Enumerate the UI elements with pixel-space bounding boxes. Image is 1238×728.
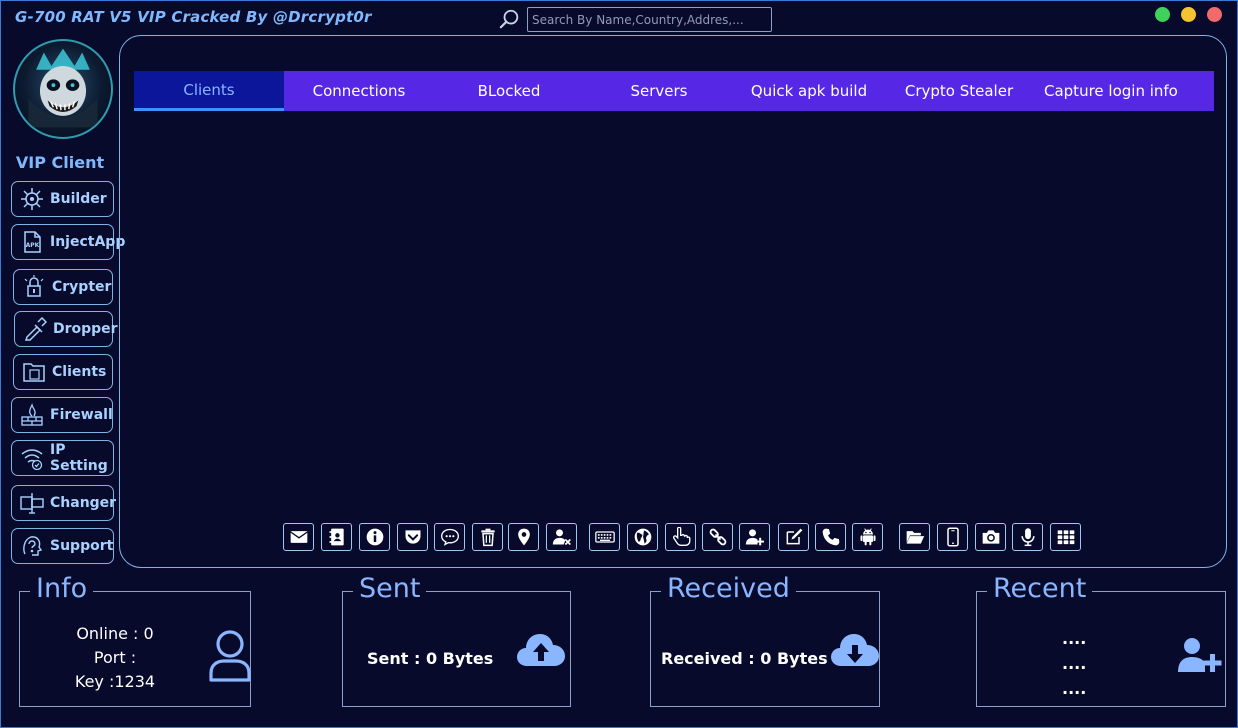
sidebar-item-builder[interactable]: Builder [11,181,114,217]
recent-item: .... [1062,679,1087,698]
info-icon[interactable] [359,523,390,551]
sidebar-item-crypter[interactable]: Crypter [13,269,113,305]
received-panel: Received Received : 0 Bytes [650,574,880,707]
sidebar-item-label: IP Setting [50,442,108,474]
sidebar-item-firewall[interactable]: Firewall [11,397,113,433]
firewall-icon [20,403,44,427]
user-icon [208,628,252,686]
received-bytes: Received : 0 Bytes [661,649,828,668]
sidebar-item-label: Crypter [52,279,112,295]
user-remove-icon[interactable] [546,523,577,551]
avatar [13,39,113,139]
mobile-icon[interactable] [937,523,968,551]
edit-icon[interactable] [778,523,809,551]
dropper-icon [23,316,48,341]
vip-client-label: VIP Client [15,153,105,172]
recent-item: .... [1062,629,1087,648]
sidebar-item-ip-setting[interactable]: IP Setting [11,440,114,476]
info-title: Info [30,574,94,604]
sidebar-item-label: Changer [50,495,117,511]
changer-icon [20,491,44,515]
port-value: Port : [93,648,137,667]
sidebar-item-label: Firewall [50,407,113,423]
lock-icon [22,275,46,299]
search-icon[interactable] [499,8,521,30]
cloud-upload-icon [517,632,565,672]
tab-connections[interactable]: Connections [284,71,434,111]
app-title: G-700 RAT V5 VIP Cracked By @Drcrypt0r [15,8,372,26]
main-panel [119,35,1227,568]
minimize-button[interactable] [1181,7,1196,22]
sidebar-item-label: Support [50,538,114,554]
globe-icon[interactable] [627,523,658,551]
trash-icon[interactable] [472,523,503,551]
sent-panel: Sent Sent : 0 Bytes [342,574,571,707]
tab-blocked[interactable]: BLocked [434,71,584,111]
received-title: Received [661,574,796,604]
sidebar-item-label: Dropper [53,321,118,337]
user-add-icon[interactable] [739,523,770,551]
recent-panel: Recent .... .... .... [976,574,1226,707]
link-icon[interactable] [702,523,733,551]
support-icon [20,534,44,558]
grid-icon[interactable] [1050,523,1081,551]
tab-clients[interactable]: Clients [134,71,284,111]
search-input[interactable] [527,7,772,32]
contacts-icon[interactable] [321,523,352,551]
tab-capture-login-info[interactable]: Capture login info [1034,71,1214,111]
recent-list: .... .... .... [1062,626,1086,701]
envelope-icon[interactable] [283,523,314,551]
recent-item: .... [1062,654,1087,673]
sidebar-item-label: Builder [50,191,107,207]
hand-pointer-icon[interactable] [665,523,696,551]
cloud-download-icon [831,632,879,672]
sidebar-item-label: InjectApp [50,234,126,250]
sidebar-item-support[interactable]: Support [11,528,114,564]
android-icon[interactable] [852,523,883,551]
online-count: Online : 0 [76,624,154,643]
close-button[interactable] [1207,7,1222,22]
apk-file-icon: APK [20,230,44,254]
sidebar-item-injectapp[interactable]: APK InjectApp [11,224,125,260]
folder-open-icon[interactable] [899,523,930,551]
virus-icon [20,187,44,211]
sidebar-item-dropper[interactable]: Dropper [14,311,118,347]
sidebar-item-clients[interactable]: Clients [13,354,113,390]
info-details: Online : 0 Port : Key :1234 [60,622,170,694]
tab-crypto-stealer[interactable]: Crypto Stealer [884,71,1034,111]
tab-quick-apk-build[interactable]: Quick apk build [734,71,884,111]
chat-icon[interactable] [434,523,465,551]
camera-icon[interactable] [975,523,1006,551]
sidebar-item-changer[interactable]: Changer [11,485,117,521]
microphone-icon[interactable] [1012,523,1043,551]
sent-title: Sent [353,574,427,604]
location-icon[interactable] [508,523,539,551]
svg-text:APK: APK [26,242,40,249]
key-value: Key :1234 [74,672,156,691]
tab-bar: Clients Connections BLocked Servers Quic… [134,71,1214,111]
folder-icon [22,360,46,384]
phone-icon[interactable] [815,523,846,551]
info-panel: Info Online : 0 Port : Key :1234 [19,574,252,707]
maximize-button[interactable] [1155,7,1170,22]
sent-bytes: Sent : 0 Bytes [367,649,494,668]
wifi-check-icon [20,446,44,471]
sidebar-item-label: Clients [52,364,107,380]
recent-title: Recent [987,574,1093,604]
user-plus-icon [1178,637,1222,677]
tab-servers[interactable]: Servers [584,71,734,111]
keyboard-icon[interactable] [589,523,620,551]
title-bar: G-700 RAT V5 VIP Cracked By @Drcrypt0r [1,1,1237,37]
pocket-icon[interactable] [397,523,428,551]
